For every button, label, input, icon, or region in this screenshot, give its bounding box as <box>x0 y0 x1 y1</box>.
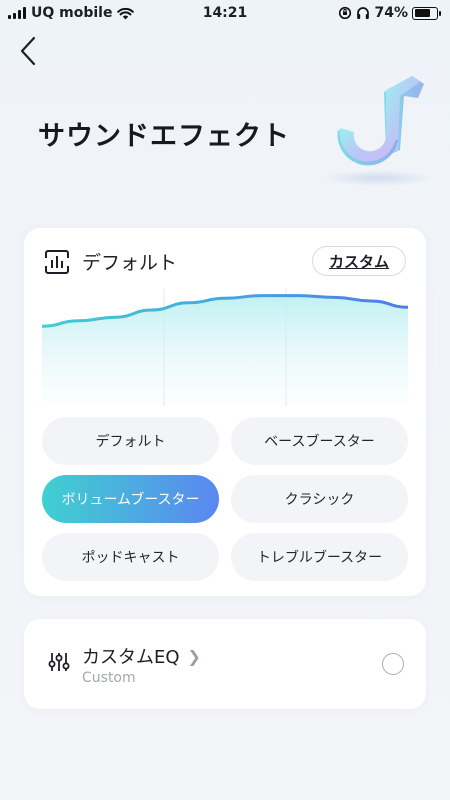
custom-eq-title-row: カスタムEQ ❯ <box>82 643 201 669</box>
battery-fill <box>414 9 431 17</box>
sliders-icon <box>48 653 70 671</box>
status-bar: UQ mobile 14:21 74% <box>0 0 450 28</box>
preset-podcast-button[interactable]: ポッドキャスト <box>42 533 219 581</box>
chevron-right-icon: ❯ <box>187 646 201 666</box>
custom-eq-title: カスタムEQ <box>82 647 180 668</box>
preset-bass-booster-button[interactable]: ベースブースター <box>231 417 408 465</box>
custom-eq-card[interactable]: カスタムEQ ❯ Custom <box>24 619 426 709</box>
back-button[interactable] <box>14 34 44 68</box>
current-preset-header: デフォルト <box>44 248 177 275</box>
custom-eq-subtitle: Custom <box>82 670 136 686</box>
sound-effect-card: デフォルト カスタム デフォルト ベースブースター ボリュームブースター クラシ… <box>24 228 426 596</box>
orientation-lock-icon <box>339 6 352 20</box>
chevron-left-icon <box>20 36 36 66</box>
preset-treble-booster-button[interactable]: トレブルブースター <box>231 533 408 581</box>
battery-icon <box>412 6 441 20</box>
music-note-3d-icon <box>323 76 433 186</box>
status-right: 74% <box>338 5 441 21</box>
custom-eq-radio[interactable] <box>382 653 404 675</box>
preset-volume-booster-button[interactable]: ボリュームブースター <box>42 475 219 523</box>
preset-classic-button[interactable]: クラシック <box>231 475 408 523</box>
equalizer-icon <box>44 249 70 274</box>
headphones-icon <box>357 7 370 19</box>
custom-button[interactable]: カスタム <box>311 246 406 276</box>
eq-curve-chart <box>42 288 408 406</box>
page-title: サウンドエフェクト <box>38 121 290 152</box>
battery-percent: 74% <box>374 5 408 21</box>
current-preset-label: デフォルト <box>82 252 178 274</box>
preset-grid: デフォルト ベースブースター ボリュームブースター クラシック ポッドキャスト … <box>42 417 408 581</box>
eq-area <box>42 295 408 406</box>
preset-default-button[interactable]: デフォルト <box>42 417 219 465</box>
